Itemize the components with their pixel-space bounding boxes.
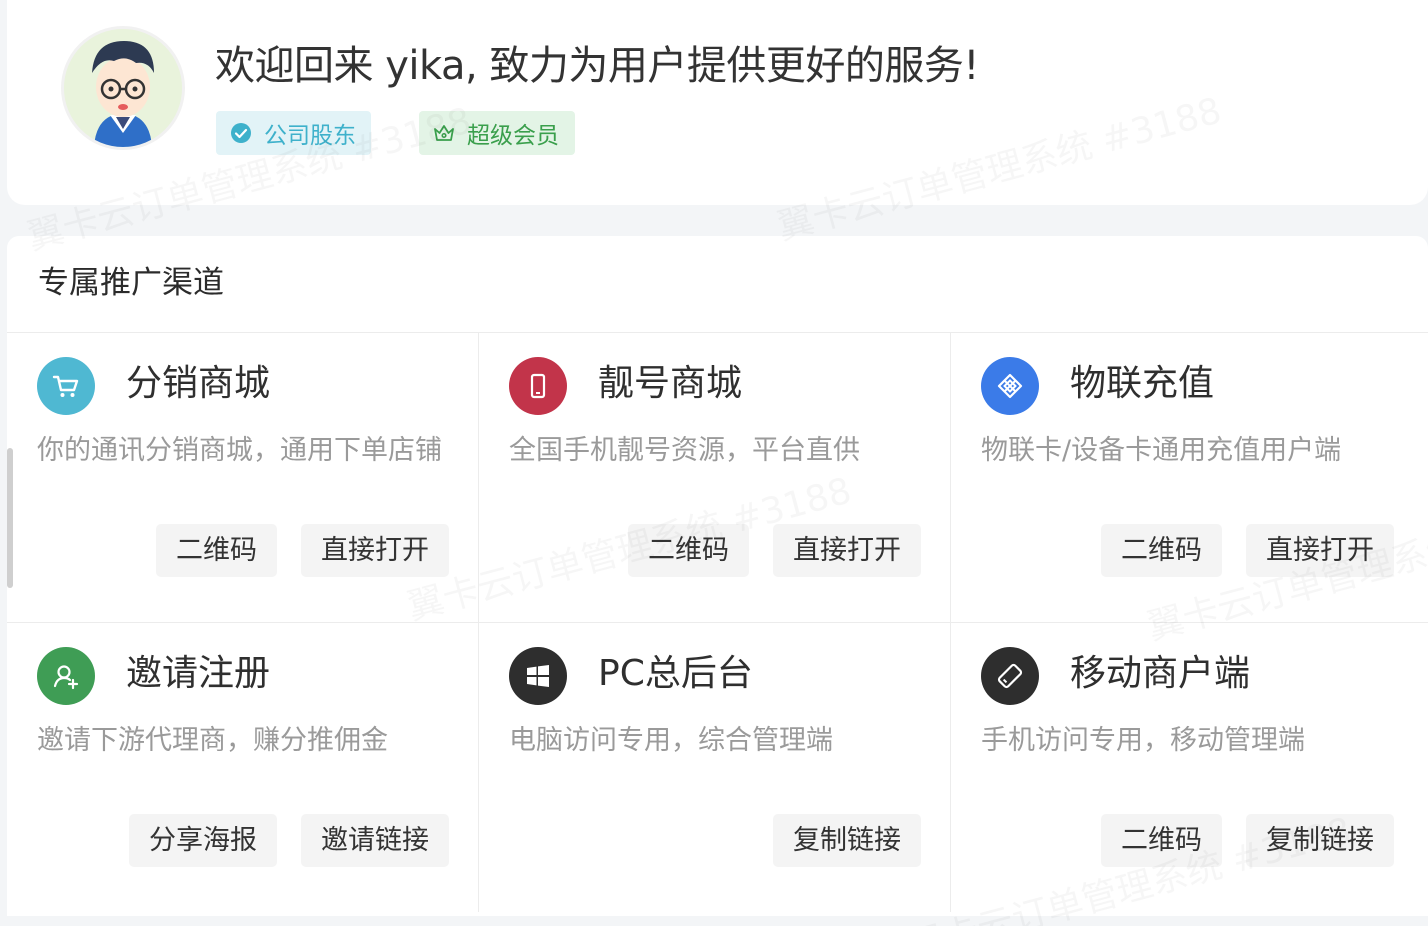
channel-actions: 二维码 直接打开 — [156, 524, 449, 577]
channel-actions: 二维码 直接打开 — [628, 524, 921, 577]
channel-title: 靓号商城 — [598, 363, 743, 404]
vip-badge: 超级会员 — [419, 111, 575, 155]
mobile-icon — [509, 357, 567, 415]
channel-pc-admin: PC总后台 电脑访问专用，综合管理端 复制链接 — [479, 622, 951, 912]
copy-link-button[interactable]: 复制链接 — [773, 814, 921, 867]
welcome-title: 欢迎回来 yika, 致力为用户提供更好的服务! — [215, 43, 979, 89]
channel-number-mall: 靓号商城 全国手机靓号资源，平台直供 二维码 直接打开 — [479, 332, 951, 622]
channel-title: 分销商城 — [126, 363, 271, 404]
channel-title: 移动商户端 — [1070, 653, 1251, 694]
channel-actions: 复制链接 — [773, 814, 921, 867]
shareholder-badge: 公司股东 — [216, 111, 371, 155]
user-add-icon — [37, 647, 95, 705]
copy-link-button[interactable]: 复制链接 — [1246, 814, 1394, 867]
channel-desc: 全国手机靓号资源，平台直供 — [509, 435, 860, 466]
qrcode-button[interactable]: 二维码 — [1101, 814, 1222, 867]
channel-desc: 你的通讯分销商城，通用下单店铺 — [37, 435, 442, 466]
cart-icon — [37, 357, 95, 415]
open-directly-button[interactable]: 直接打开 — [301, 524, 449, 577]
channel-invite-register: 邀请注册 邀请下游代理商，赚分推佣金 分享海报 邀请链接 — [7, 622, 479, 912]
vip-badge-label: 超级会员 — [467, 123, 559, 149]
avatar[interactable] — [61, 26, 185, 150]
channel-title: 物联充值 — [1070, 363, 1215, 404]
check-circle-icon — [230, 122, 252, 144]
shareholder-badge-label: 公司股东 — [264, 123, 356, 149]
section-title: 专属推广渠道 — [38, 265, 224, 301]
promotion-channels-card: 专属推广渠道 分销商城 你的通讯分销商城，通用下单店铺 二维码 直接打开 靓号商… — [7, 236, 1428, 916]
scrollbar-thumb[interactable] — [7, 448, 13, 588]
channel-desc: 物联卡/设备卡通用充值用户端 — [981, 435, 1342, 466]
welcome-card: 欢迎回来 yika, 致力为用户提供更好的服务! 公司股东 超级会员 — [7, 0, 1428, 205]
channel-title: 邀请注册 — [126, 653, 271, 694]
channel-title: PC总后台 — [598, 653, 753, 694]
channel-actions: 分享海报 邀请链接 — [129, 814, 449, 867]
channel-distribution-mall: 分销商城 你的通讯分销商城，通用下单店铺 二维码 直接打开 — [7, 332, 479, 622]
mobile-tilted-icon — [981, 647, 1039, 705]
channel-actions: 二维码 复制链接 — [1101, 814, 1394, 867]
channel-desc: 手机访问专用，移动管理端 — [981, 725, 1305, 756]
channel-iot-recharge: 物联充值 物联卡/设备卡通用充值用户端 二维码 直接打开 — [951, 332, 1428, 622]
crown-icon — [433, 122, 455, 144]
channel-grid: 分销商城 你的通讯分销商城，通用下单店铺 二维码 直接打开 靓号商城 全国手机靓… — [7, 332, 1428, 916]
channel-mobile-merchant: 移动商户端 手机访问专用，移动管理端 二维码 复制链接 — [951, 622, 1428, 912]
qrcode-button[interactable]: 二维码 — [1101, 524, 1222, 577]
channel-desc: 电脑访问专用，综合管理端 — [509, 725, 833, 756]
channel-desc: 邀请下游代理商，赚分推佣金 — [37, 725, 388, 756]
invite-link-button[interactable]: 邀请链接 — [301, 814, 449, 867]
open-directly-button[interactable]: 直接打开 — [1246, 524, 1394, 577]
qrcode-button[interactable]: 二维码 — [156, 524, 277, 577]
share-poster-button[interactable]: 分享海报 — [129, 814, 277, 867]
windows-icon — [509, 647, 567, 705]
cube-icon — [981, 357, 1039, 415]
qrcode-button[interactable]: 二维码 — [628, 524, 749, 577]
channel-actions: 二维码 直接打开 — [1101, 524, 1394, 577]
page: 欢迎回来 yika, 致力为用户提供更好的服务! 公司股东 超级会员 专属推广渠… — [0, 0, 1428, 926]
open-directly-button[interactable]: 直接打开 — [773, 524, 921, 577]
